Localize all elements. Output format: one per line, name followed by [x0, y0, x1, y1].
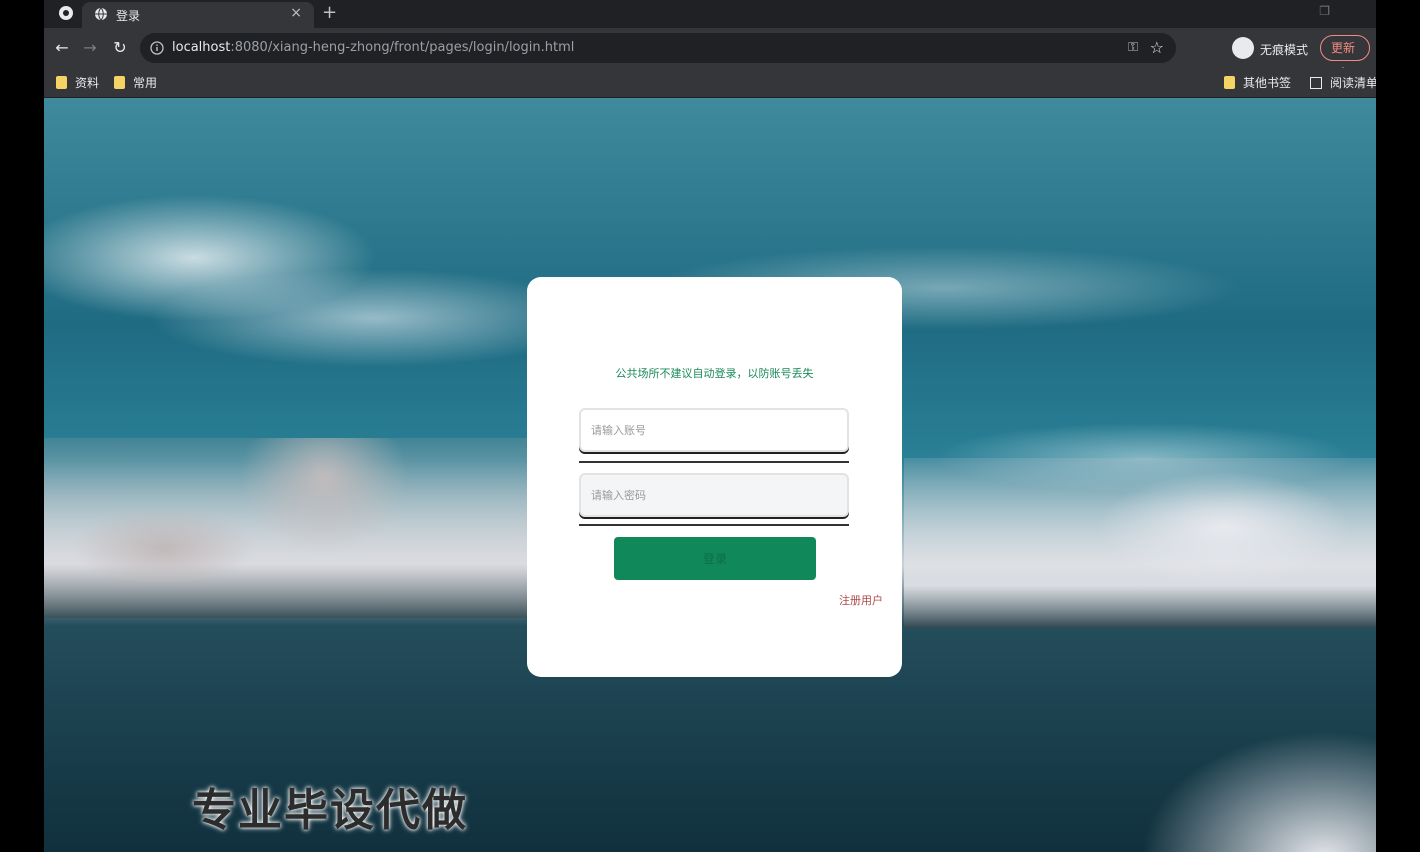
- register-link[interactable]: 注册用户: [839, 592, 883, 608]
- browser-logo-icon: [59, 6, 73, 20]
- login-button[interactable]: 登录: [614, 537, 816, 580]
- incognito-avatar-icon: [1232, 37, 1254, 59]
- other-bookmarks[interactable]: 其他书签: [1224, 74, 1291, 92]
- folder-icon: [114, 76, 125, 89]
- login-page: 公共场所不建议自动登录，以防账号丢失 登录 注册用户 专业毕设代做: [44, 98, 1376, 852]
- folder-icon: [56, 76, 67, 89]
- username-input[interactable]: [581, 410, 847, 450]
- key-icon[interactable]: ⚿: [1128, 40, 1138, 55]
- login-card: 公共场所不建议自动登录，以防账号丢失 登录 注册用户: [527, 277, 902, 677]
- url-text[interactable]: localhost:8080/xiang-heng-zhong/front/pa…: [172, 40, 574, 55]
- bookmark-folder[interactable]: 资料: [56, 74, 99, 92]
- bookmark-label: 阅读清单: [1330, 76, 1376, 90]
- update-label: 更新: [1331, 41, 1356, 55]
- bookmark-star-icon[interactable]: ☆: [1150, 38, 1164, 57]
- tab-close-icon[interactable]: ×: [290, 5, 302, 21]
- reload-icon[interactable]: ↻: [110, 38, 130, 58]
- login-notice: 公共场所不建议自动登录，以防账号丢失: [615, 367, 814, 380]
- password-input[interactable]: [581, 475, 847, 515]
- bookmark-label: 其他书签: [1243, 76, 1292, 90]
- background-trees-right: [904, 458, 1376, 628]
- url-path: :8080/xiang-heng-zhong/front/pages/login…: [230, 40, 575, 55]
- folder-icon: [1224, 76, 1235, 89]
- tab-strip: 登录 × + ❐: [44, 0, 1376, 28]
- incognito-label: 无痕模式: [1260, 43, 1309, 57]
- new-tab-button[interactable]: +: [322, 2, 337, 23]
- forward-icon[interactable]: →: [80, 38, 100, 58]
- bookmarks-bar: 资料 常用 其他书签 阅读清单: [44, 68, 1376, 98]
- watermark-text: 专业毕设代做: [192, 785, 468, 836]
- tab-login[interactable]: 登录 ×: [82, 2, 314, 28]
- background-snow-bank: [1004, 658, 1376, 852]
- update-button[interactable]: 更新 ⋮: [1320, 35, 1370, 79]
- field-divider: [579, 461, 849, 463]
- bookmark-label: 资料: [75, 76, 100, 90]
- reading-list[interactable]: 阅读清单: [1310, 74, 1376, 92]
- url-host: localhost: [172, 40, 231, 55]
- info-icon[interactable]: [150, 41, 164, 55]
- bookmark-folder[interactable]: 常用: [114, 74, 157, 92]
- username-field[interactable]: [579, 408, 849, 452]
- reading-list-icon: [1310, 77, 1322, 89]
- browser-toolbar: ← → ↻ localhost:8080/xiang-heng-zhong/fr…: [44, 28, 1376, 79]
- globe-icon: [95, 7, 107, 21]
- address-bar[interactable]: localhost:8080/xiang-heng-zhong/front/pa…: [140, 33, 1176, 63]
- browser-window: 登录 × + ❐ ← → ↻ localhost:8080/xiang-heng…: [44, 0, 1376, 852]
- bookmark-label: 常用: [133, 76, 158, 90]
- password-field[interactable]: [579, 473, 849, 517]
- back-icon[interactable]: ←: [52, 38, 72, 58]
- restore-window-icon[interactable]: ❐: [1319, 4, 1330, 18]
- background-trees-left: [44, 438, 534, 618]
- tab-title: 登录: [116, 9, 141, 23]
- field-divider: [579, 524, 849, 526]
